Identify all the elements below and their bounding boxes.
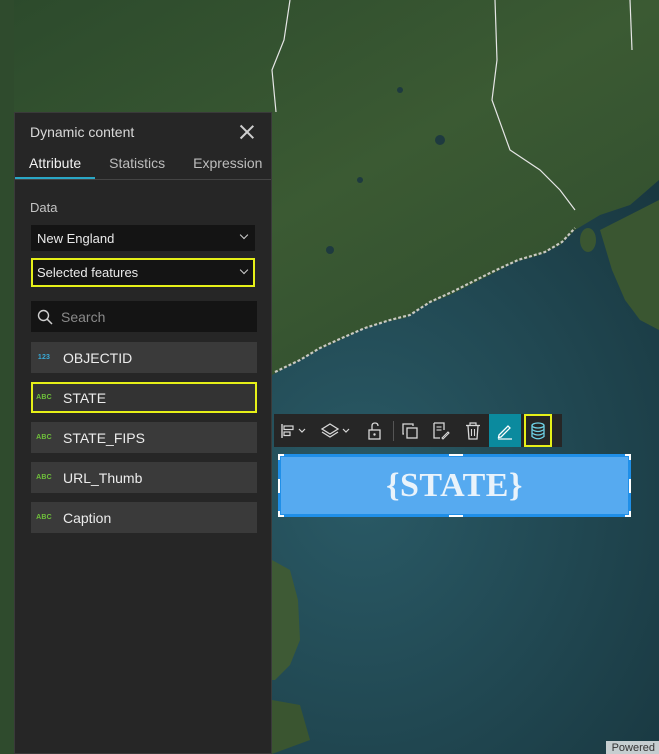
resize-handle-top-left-v[interactable] xyxy=(278,454,280,460)
toolbar-divider xyxy=(393,420,394,441)
resize-handle-bottom-left-v[interactable] xyxy=(278,511,280,517)
feature-filter-select[interactable]: Selected features xyxy=(31,258,255,287)
unlock-icon xyxy=(368,421,381,440)
arrange-button[interactable] xyxy=(314,414,358,447)
attribution-text: Powered xyxy=(605,741,659,754)
duplicate-button[interactable] xyxy=(395,414,425,447)
string-type-icon: ABC xyxy=(36,514,52,521)
layers-icon xyxy=(320,422,350,438)
feature-filter-value: Selected features xyxy=(37,265,139,280)
field-item-caption[interactable]: ABC Caption xyxy=(31,502,257,533)
data-section-label: Data xyxy=(30,200,58,215)
tab-expression[interactable]: Expression xyxy=(179,151,276,179)
field-name: OBJECTID xyxy=(63,349,133,366)
search-input[interactable] xyxy=(59,307,243,326)
lock-button[interactable] xyxy=(358,414,392,447)
dynamic-text-element[interactable]: {STATE} xyxy=(278,454,631,517)
number-type-icon: 123 xyxy=(37,354,51,361)
dynamic-content-panel: Dynamic content Attribute Statistics Exp… xyxy=(14,112,272,754)
data-source-select[interactable]: New England xyxy=(31,225,255,251)
field-item-url-thumb[interactable]: ABC URL_Thumb xyxy=(31,462,257,493)
align-button[interactable] xyxy=(274,414,314,447)
field-item-objectid[interactable]: 123 OBJECTID xyxy=(31,342,257,373)
field-search xyxy=(31,301,257,332)
string-type-icon: ABC xyxy=(36,474,52,481)
field-item-state-fips[interactable]: ABC STATE_FIPS xyxy=(31,422,257,453)
align-icon xyxy=(281,423,306,438)
resize-handle-bottom-right-v[interactable] xyxy=(629,511,631,517)
chevron-down-icon xyxy=(239,265,249,275)
search-icon xyxy=(37,309,53,325)
panel-header: Dynamic content xyxy=(15,113,271,151)
copy-style-button[interactable] xyxy=(425,414,457,447)
chevron-down-icon xyxy=(239,230,249,240)
tab-attribute[interactable]: Attribute xyxy=(15,151,96,179)
element-toolbar xyxy=(274,414,562,447)
dynamic-content-button[interactable] xyxy=(524,414,552,447)
database-icon xyxy=(531,421,545,439)
string-type-icon: ABC xyxy=(36,394,52,401)
close-icon[interactable] xyxy=(237,122,257,142)
field-name: STATE_FIPS xyxy=(63,429,145,446)
tab-statistics[interactable]: Statistics xyxy=(95,151,179,179)
duplicate-icon xyxy=(402,422,418,439)
panel-tabs: Attribute Statistics Expression xyxy=(15,151,271,180)
copy-style-icon xyxy=(433,421,450,440)
resize-handle-right[interactable] xyxy=(629,479,631,493)
field-name: URL_Thumb xyxy=(63,469,143,486)
resize-handle-top-right-v[interactable] xyxy=(629,454,631,460)
edit-icon xyxy=(497,424,512,440)
panel-title: Dynamic content xyxy=(30,124,135,140)
dynamic-text-value: {STATE} xyxy=(386,466,523,504)
delete-button[interactable] xyxy=(457,414,489,447)
field-name: STATE xyxy=(63,389,107,406)
resize-handle-bottom[interactable] xyxy=(449,515,463,517)
field-item-state[interactable]: ABC STATE xyxy=(31,382,257,413)
string-type-icon: ABC xyxy=(36,434,52,441)
resize-handle-left[interactable] xyxy=(278,479,280,493)
resize-handle-top[interactable] xyxy=(449,454,463,456)
delete-icon xyxy=(466,421,480,440)
edit-button[interactable] xyxy=(489,414,521,447)
data-source-value: New England xyxy=(37,230,115,246)
field-name: Caption xyxy=(63,509,112,526)
